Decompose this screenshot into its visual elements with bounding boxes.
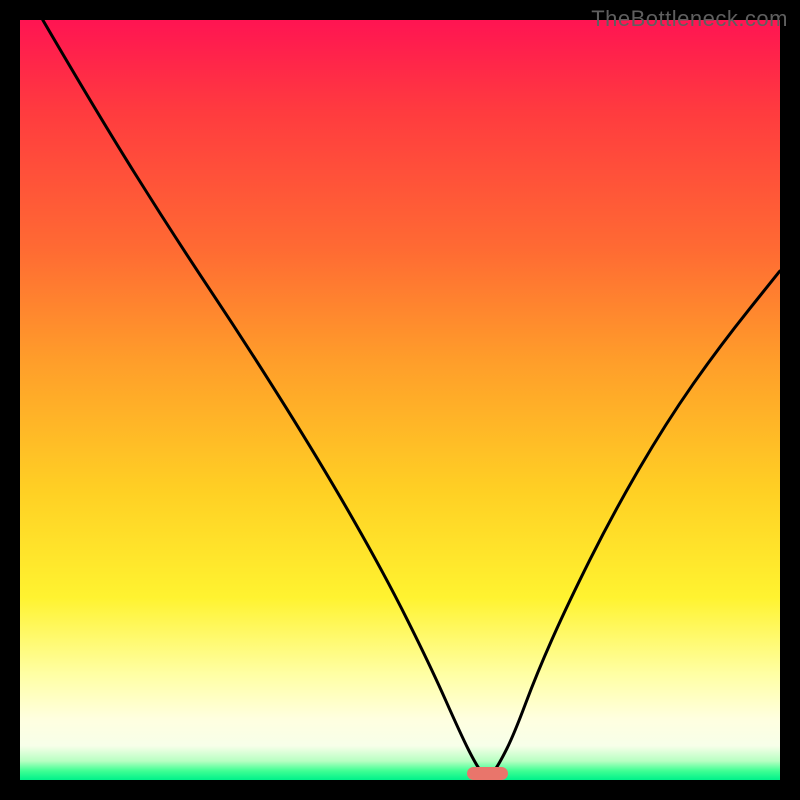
watermark-text: TheBottleneck.com: [591, 6, 788, 32]
optimal-range-marker: [467, 767, 509, 780]
bottleneck-curve: [20, 20, 780, 780]
chart-frame: TheBottleneck.com: [0, 0, 800, 800]
plot-area: [20, 20, 780, 780]
